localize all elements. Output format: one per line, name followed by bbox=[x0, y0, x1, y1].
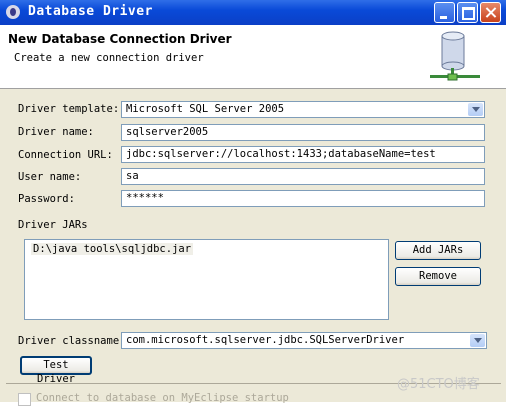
remove-button[interactable]: Remove bbox=[395, 267, 481, 286]
password-field[interactable]: ****** bbox=[121, 190, 485, 207]
driver-classname-label: Driver classname: bbox=[18, 335, 126, 347]
minimize-button[interactable] bbox=[434, 2, 455, 23]
title-bar[interactable]: Database Driver bbox=[0, 0, 506, 25]
list-item[interactable]: D:\java tools\sqljdbc.jar bbox=[31, 243, 194, 255]
add-jars-button[interactable]: Add JARs bbox=[395, 241, 481, 260]
password-label: Password: bbox=[18, 193, 75, 205]
driver-classname-select[interactable]: com.microsoft.sqlserver.jdbc.SQLServerDr… bbox=[121, 332, 487, 349]
database-icon bbox=[430, 31, 480, 81]
driver-template-label: Driver template: bbox=[18, 103, 120, 115]
user-name-label: User name: bbox=[18, 171, 82, 183]
maximize-button[interactable] bbox=[457, 2, 478, 23]
chevron-down-icon[interactable] bbox=[468, 103, 483, 116]
window-title: Database Driver bbox=[28, 4, 153, 19]
connection-url-field[interactable]: jdbc:sqlserver://localhost:1433;database… bbox=[121, 146, 485, 163]
driver-template-value: Microsoft SQL Server 2005 bbox=[126, 103, 285, 115]
driver-classname-value: com.microsoft.sqlserver.jdbc.SQLServerDr… bbox=[126, 334, 405, 346]
driver-template-select[interactable]: Microsoft SQL Server 2005 bbox=[121, 101, 485, 118]
driver-name-field[interactable]: sqlserver2005 bbox=[121, 124, 485, 141]
user-name-field[interactable]: sa bbox=[121, 168, 485, 185]
driver-jars-list[interactable]: D:\java tools\sqljdbc.jar bbox=[24, 239, 389, 320]
banner-subtitle: Create a new connection driver bbox=[14, 52, 204, 64]
banner-title: New Database Connection Driver bbox=[8, 32, 232, 46]
driver-name-label: Driver name: bbox=[18, 126, 94, 138]
watermark: @51CTO博客 bbox=[397, 377, 480, 392]
connection-url-label: Connection URL: bbox=[18, 149, 113, 161]
driver-jars-label: Driver JARs bbox=[18, 219, 88, 231]
close-button[interactable] bbox=[480, 2, 501, 23]
app-icon bbox=[6, 5, 20, 19]
startup-checkbox[interactable] bbox=[18, 393, 31, 406]
chevron-down-icon[interactable] bbox=[470, 334, 485, 347]
test-driver-button[interactable]: Test Driver bbox=[20, 356, 92, 385]
startup-checkbox-label: Connect to database on MyEclipse startup bbox=[36, 392, 289, 404]
